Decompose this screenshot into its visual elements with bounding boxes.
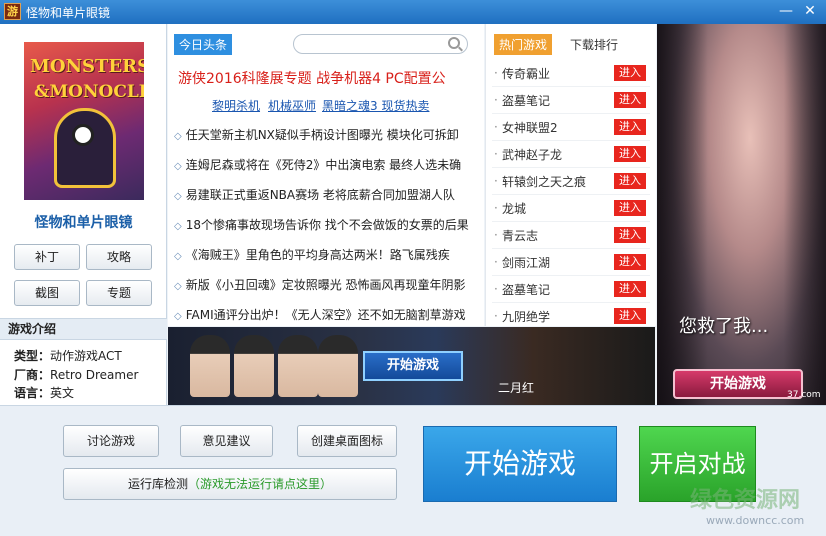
headline-link[interactable]: 游侠2016科隆展专题 战争机器4 PC配置公 — [178, 68, 446, 88]
banner-character — [278, 335, 318, 397]
promo-start-button[interactable]: 开始游戏 — [673, 369, 803, 399]
banner-character — [234, 335, 274, 397]
hot-game-row[interactable]: · 盗墓笔记 进入 — [492, 276, 650, 303]
enter-button[interactable]: 进入 — [614, 65, 646, 81]
search-icon[interactable] — [448, 37, 460, 49]
game-cover-image[interactable]: MONSTERS &MONOCLES — [24, 42, 144, 200]
enter-button[interactable]: 进入 — [614, 173, 646, 189]
game-name: 怪物和单片眼镜 — [34, 215, 133, 231]
promo-dialogue: 您救了我... — [679, 316, 769, 337]
sublink-dead-by-daylight[interactable]: 黎明杀机 — [212, 97, 260, 114]
sublink-dark-souls3[interactable]: 黑暗之魂3 现货热卖 — [322, 97, 429, 114]
create-shortcut-button[interactable]: 创建桌面图标 — [297, 425, 397, 457]
enter-button[interactable]: 进入 — [614, 92, 646, 108]
left-panel: MONSTERS &MONOCLES 怪物和单片眼镜 补丁 攻略 截图 专题 游… — [0, 24, 167, 405]
runtime-check-button[interactable]: 运行库检测（游戏无法运行请点这里） — [63, 468, 397, 500]
news-item[interactable]: ◇ FAMI通评分出炉！《无人深空》还不如无脑割草游戏 — [174, 306, 474, 323]
promo-ad[interactable]: 您救了我... 开始游戏 37.com — [657, 24, 826, 405]
banner-character — [318, 335, 358, 397]
screenshots-button[interactable]: 截图 — [14, 280, 80, 306]
banner-start-button[interactable]: 开始游戏 — [363, 351, 463, 381]
intro-type: 类型：动作游戏ACT — [14, 349, 122, 363]
watermark-url: www.downcc.com — [706, 514, 805, 527]
hot-game-row[interactable]: · 武神赵子龙 进入 — [492, 141, 650, 168]
news-panel: 今日头条 游侠2016科隆展专题 战争机器4 PC配置公 黎明杀机 机械巫师 黑… — [168, 24, 484, 326]
intro-heading: 游戏介绍 — [0, 318, 167, 340]
guide-button[interactable]: 攻略 — [86, 244, 152, 270]
intro-developer: 厂商：Retro Dreamer — [14, 368, 139, 382]
promo-portrait-image — [657, 24, 826, 405]
enter-button[interactable]: 进入 — [614, 200, 646, 216]
window-title: 怪物和单片眼镜 — [26, 6, 111, 20]
search-input[interactable] — [293, 34, 468, 54]
banner-ad[interactable]: 开始游戏 二月红 — [168, 327, 655, 405]
watermark: 绿色资源网 — [690, 488, 801, 513]
hot-game-row[interactable]: · 女神联盟2 进入 — [492, 114, 650, 141]
promo-brand: 37.com — [787, 390, 821, 400]
cover-monocle-icon — [72, 124, 94, 146]
enter-button[interactable]: 进入 — [614, 281, 646, 297]
hot-games-panel: 热门游戏 下载排行 · 传奇霸业 进入 · 盗墓笔记 进入 · 女神联盟2 进入 · 武神赵子… — [485, 24, 656, 330]
hot-game-row[interactable]: · 轩辕剑之天之痕 进入 — [492, 168, 650, 195]
banner-character — [190, 335, 230, 397]
banner-caption: 二月红 — [498, 381, 535, 395]
hot-game-row[interactable]: · 青云志 进入 — [492, 222, 650, 249]
sublink-mechanic-wizard[interactable]: 机械巫师 — [268, 97, 316, 114]
news-item[interactable]: ◇ 任天堂新主机NX疑似手柄设计图曝光 模块化可拆卸 — [174, 126, 474, 143]
tab-today-headlines[interactable]: 今日头条 — [174, 34, 233, 55]
minimize-button[interactable]: — — [776, 2, 796, 20]
discuss-game-button[interactable]: 讨论游戏 — [63, 425, 159, 457]
hot-game-row[interactable]: · 龙城 进入 — [492, 195, 650, 222]
cover-title-line2: &MONOCLES — [34, 82, 144, 102]
intro-language: 语言：英文 — [14, 386, 75, 400]
news-item[interactable]: ◇ 易建联正式重返NBA赛场 老将底薪合同加盟湖人队 — [174, 186, 474, 203]
hot-game-row[interactable]: · 传奇霸业 进入 — [492, 60, 650, 87]
cover-title-line1: MONSTERS — [30, 56, 144, 77]
news-item[interactable]: ◇ 《海贼王》里角色的平均身高达两米！路飞属残疾 — [174, 246, 474, 263]
runtime-note: （游戏无法运行请点这里） — [188, 477, 333, 491]
news-item[interactable]: ◇ 18个惨痛事故现场告诉你 找个不会做饭的女票的后果 — [174, 216, 474, 233]
enter-button[interactable]: 进入 — [614, 119, 646, 135]
start-game-button[interactable]: 开始游戏 — [423, 426, 617, 502]
close-button[interactable]: ✕ — [800, 2, 820, 20]
title-bar: 游 怪物和单片眼镜 — ✕ — [0, 0, 826, 24]
news-item[interactable]: ◇ 连姆尼森或将在《死侍2》中出演电索 最终人选未确 — [174, 156, 474, 173]
hot-game-row[interactable]: · 九阴绝学 进入 — [492, 303, 650, 330]
tab-hot-games[interactable]: 热门游戏 — [494, 34, 553, 55]
enter-button[interactable]: 进入 — [614, 308, 646, 324]
tab-download-ranking[interactable]: 下载排行 — [570, 36, 618, 53]
cover-character — [54, 108, 116, 188]
enter-button[interactable]: 进入 — [614, 254, 646, 270]
topic-button[interactable]: 专题 — [86, 280, 152, 306]
feedback-button[interactable]: 意见建议 — [180, 425, 273, 457]
patch-button[interactable]: 补丁 — [14, 244, 80, 270]
news-item[interactable]: ◇ 新版《小丑回魂》定妆照曝光 恐怖画风再现童年阴影 — [174, 276, 474, 293]
hot-game-row[interactable]: · 剑雨江湖 进入 — [492, 249, 650, 276]
app-icon: 游 — [4, 3, 21, 20]
enter-button[interactable]: 进入 — [614, 146, 646, 162]
enter-button[interactable]: 进入 — [614, 227, 646, 243]
hot-game-row[interactable]: · 盗墓笔记 进入 — [492, 87, 650, 114]
